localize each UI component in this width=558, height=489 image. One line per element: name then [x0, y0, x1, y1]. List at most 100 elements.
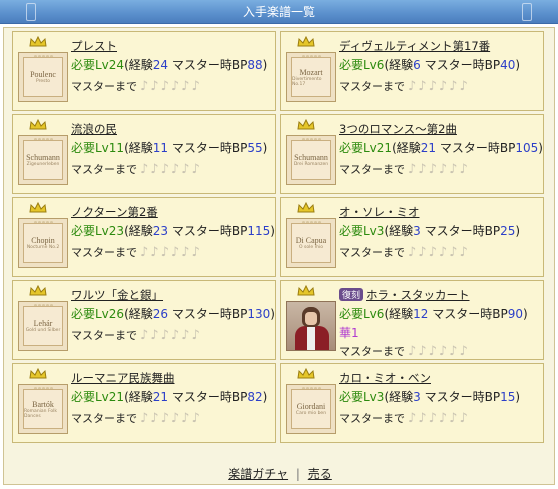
score-card: ルーマニア民族舞曲 Bartók Romanian Folk Dances 必要Lv2…: [12, 363, 276, 443]
close-paren: ): [515, 390, 521, 404]
score-name-link[interactable]: 流浪の民: [71, 121, 117, 137]
exp-label: (経験: [384, 390, 414, 404]
master-bp-value: 82: [247, 390, 263, 404]
close-paren: ): [538, 141, 543, 155]
note-progress-icons: ♪♪♪♪♪♪: [140, 328, 202, 343]
master-until-label: マスターまで: [71, 329, 137, 342]
master-bp-label: マスター時BP: [428, 307, 508, 321]
close-paren: ): [262, 390, 268, 404]
exp-label: (経験: [384, 224, 414, 238]
revival-badge: 復刻: [339, 288, 364, 301]
score-list-panel: プレスト Poulenc Presto 必要Lv24(経験24 マスター時BP88) マ…: [3, 27, 555, 485]
score-name-link[interactable]: ディヴェルティメント第17番: [339, 38, 490, 54]
footer-separator: |: [295, 467, 300, 481]
note-progress-icons: ♪♪♪♪♪♪: [408, 79, 470, 94]
sheet-subtitle: Nocturne No.2: [26, 245, 60, 250]
score-name-link[interactable]: ノクターン第2番: [71, 204, 158, 220]
exp-label: (経験: [124, 141, 153, 155]
score-name-link[interactable]: オ・ソレ・ミオ: [339, 204, 420, 220]
exp-value: 6: [413, 58, 421, 72]
score-card: カロ・ミオ・ベン Giordani Caro mio ben 必要Lv3(経験3 マス…: [280, 363, 544, 443]
crown-icon: [297, 367, 315, 380]
master-until-label: マスターまで: [71, 80, 137, 93]
master-until-label: マスターまで: [339, 80, 405, 93]
required-level: 21: [376, 141, 393, 155]
master-until-label: マスターまで: [339, 246, 405, 259]
close-paren: ): [270, 224, 275, 238]
music-sheet-icon: Schumann Zigeunerleben: [18, 135, 68, 185]
note-progress-icons: ♪♪♪♪♪♪: [140, 411, 202, 426]
music-sheet-icon: Poulenc Presto: [18, 52, 68, 102]
score-name: ディヴェルティメント第17番: [339, 39, 491, 53]
footer-links: 楽譜ガチャ | 売る: [4, 465, 556, 482]
title-ornament-right: [522, 3, 532, 21]
requirement-line: 必要Lv26(経験26 マスター時BP130): [71, 305, 275, 322]
exp-value: 12: [413, 307, 429, 321]
sheet-subtitle: Romanian Folk Dances: [24, 408, 57, 419]
sheet-composer: Schumann: [294, 153, 328, 162]
master-until-label: マスターまで: [71, 412, 137, 425]
close-paren: ): [515, 58, 521, 72]
sheet-composer: Di Capua: [295, 236, 327, 245]
sheet-subtitle: Caro mio ben: [295, 411, 327, 416]
music-sheet-icon: Chopin Nocturne No.2: [18, 218, 68, 268]
score-name-link[interactable]: 3つのロマンス～第2曲: [339, 121, 457, 137]
required-level-label: 必要Lv: [71, 390, 109, 404]
master-bp-label: マスター時BP: [168, 390, 248, 404]
required-level-label: 必要Lv: [71, 224, 109, 238]
master-bp-label: マスター時BP: [168, 307, 248, 321]
crown-icon: [297, 118, 315, 131]
crown-icon: [29, 118, 47, 131]
crown-icon: [29, 284, 47, 297]
crown-icon: [297, 284, 315, 297]
required-level-label: 必要Lv: [339, 141, 377, 155]
score-card: 3つのロマンス～第2曲 Schumann Drei Romanzen 必要Lv21(経…: [280, 114, 544, 194]
score-name-link[interactable]: ワルツ「金と銀」: [71, 287, 163, 303]
close-paren: ): [262, 141, 268, 155]
master-until-label: マスターまで: [339, 345, 405, 358]
master-until-label: マスターまで: [71, 163, 137, 176]
requirement-line: 必要Lv11(経験11 マスター時BP55): [71, 139, 267, 156]
crown-icon: [297, 35, 315, 48]
music-sheet-icon: Bartók Romanian Folk Dances: [18, 384, 68, 434]
required-level-label: 必要Lv: [339, 390, 377, 404]
score-name: ホラ・スタッカート: [366, 288, 470, 302]
master-until-label: マスターまで: [339, 412, 405, 425]
required-level-label: 必要Lv: [71, 307, 109, 321]
crown-icon: [29, 367, 47, 380]
exp-label: (経験: [124, 390, 153, 404]
master-bp-label: マスター時BP: [168, 58, 248, 72]
required-level: 24: [108, 58, 125, 72]
master-until-label: マスターまで: [71, 246, 137, 259]
master-bp-value: 130: [247, 307, 271, 321]
master-bp-value: 25: [500, 224, 516, 238]
score-name-link[interactable]: プレスト: [71, 38, 117, 54]
requirement-line: 必要Lv6(経験6 マスター時BP40): [339, 56, 520, 73]
score-name-link[interactable]: ルーマニア民族舞曲: [71, 370, 175, 386]
score-name: ワルツ「金と銀」: [71, 288, 163, 302]
sell-link[interactable]: 売る: [308, 467, 332, 481]
score-name: カロ・ミオ・ベン: [339, 371, 431, 385]
exp-value: 11: [152, 141, 169, 155]
master-bp-label: マスター時BP: [420, 58, 501, 72]
master-bp-label: マスター時BP: [436, 141, 516, 155]
master-progress: マスターまで ♪♪♪♪♪♪: [71, 410, 202, 426]
master-progress: マスターまで ♪♪♪♪♪♪: [71, 327, 202, 343]
sheet-subtitle: O sole mio: [299, 245, 323, 250]
score-card: 復刻 ホラ・スタッカート 必要Lv6(経験12 マスター時BP90) 華1 マスターまで…: [280, 280, 544, 360]
sheet-composer: Chopin: [31, 236, 55, 245]
score-card: ワルツ「金と銀」 Lehár Gold und Silber 必要Lv26(経験26 …: [12, 280, 276, 360]
score-name-link[interactable]: 復刻 ホラ・スタッカート: [339, 287, 470, 303]
score-gacha-link[interactable]: 楽譜ガチャ: [228, 467, 288, 481]
required-level: 11: [108, 141, 125, 155]
sheet-subtitle: Zigeunerleben: [26, 162, 60, 167]
sheet-subtitle: Presto: [35, 79, 51, 84]
score-card: ディヴェルティメント第17番 Mozart Divertimento No.17 必要…: [280, 31, 544, 111]
master-bp-value: 90: [507, 307, 523, 321]
exp-label: (経験: [124, 224, 153, 238]
crown-icon: [297, 201, 315, 214]
master-progress: マスターまで ♪♪♪♪♪♪: [339, 244, 470, 260]
required-level-label: 必要Lv: [71, 58, 109, 72]
score-name: 3つのロマンス～第2曲: [339, 122, 457, 136]
score-name-link[interactable]: カロ・ミオ・ベン: [339, 370, 431, 386]
